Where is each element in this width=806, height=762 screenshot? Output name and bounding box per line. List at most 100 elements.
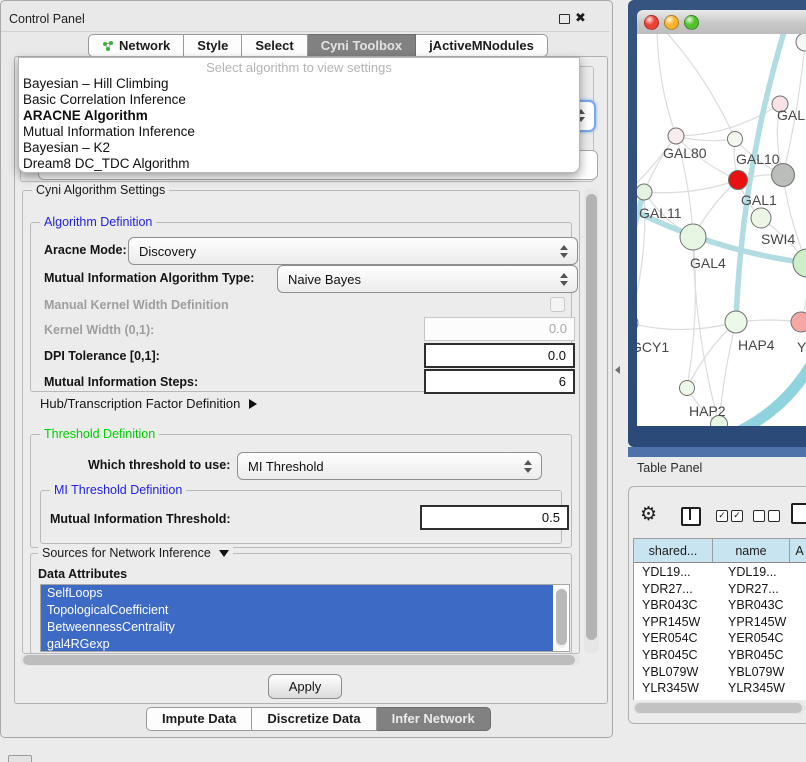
apply-button[interactable]: Apply xyxy=(268,674,342,699)
dropdown-item-mutual-information-inference[interactable]: Mutual Information Inference xyxy=(19,124,579,140)
attribute-item-betweennesscentrality[interactable]: BetweennessCentrality xyxy=(41,619,553,636)
network-node-gal80[interactable] xyxy=(668,128,684,144)
network-edge xyxy=(729,358,806,426)
node-label-hap2: HAP2 xyxy=(689,403,726,419)
network-node-y[interactable] xyxy=(791,312,806,332)
table-row[interactable]: YDL19...YDL19...13 xyxy=(634,564,806,581)
mi-type-combobox[interactable]: Naive Bayes xyxy=(277,265,578,293)
table-cell: YIL052C xyxy=(634,697,720,700)
network-node-hap4[interactable] xyxy=(725,311,747,333)
splitter-collapse-icon[interactable] xyxy=(615,366,620,374)
sources-group-header[interactable]: Sources for Network Inference xyxy=(38,546,233,560)
column-header-name[interactable]: name xyxy=(713,538,790,563)
aracne-mode-label: Aracne Mode: xyxy=(44,243,127,257)
network-edge xyxy=(676,136,735,141)
close-traffic-light-icon[interactable] xyxy=(644,15,659,30)
dropdown-item-bayesian-hill-climbing[interactable]: Bayesian – Hill Climbing xyxy=(19,76,579,92)
mi-steps-label: Mutual Information Steps: xyxy=(44,375,198,389)
network-node-gal1[interactable] xyxy=(729,171,748,190)
attribute-item-topologicalcoefficient[interactable]: TopologicalCoefficient xyxy=(41,602,553,619)
table-cell: YBR043C xyxy=(720,597,804,614)
table-cell: YPR145W xyxy=(720,614,804,631)
tab-network[interactable]: Network xyxy=(88,34,184,57)
node-label-gal1: GAL1 xyxy=(741,192,777,208)
which-threshold-combobox[interactable]: MI Threshold xyxy=(237,452,542,480)
node-label-hap4: HAP4 xyxy=(738,337,775,353)
columns-icon[interactable] xyxy=(681,507,701,526)
which-threshold-label: Which threshold to use: xyxy=(88,458,230,472)
network-node-gal11[interactable] xyxy=(637,184,652,200)
table-cell: YDL19... xyxy=(634,564,720,581)
dropdown-item-bayesian-k2[interactable]: Bayesian – K2 xyxy=(19,140,579,156)
hub-definition-expander[interactable]: Hub/Transcription Factor Definition xyxy=(40,396,257,411)
table-row[interactable]: YER054CYER054C8. xyxy=(634,630,806,647)
threshold-definition-title: Threshold Definition xyxy=(40,427,159,441)
control-panel-titlebar[interactable] xyxy=(1,9,610,32)
tab-style[interactable]: Style xyxy=(184,34,242,57)
tab-label: Style xyxy=(197,35,228,56)
table-row[interactable]: YLR345WYLR345W9. xyxy=(634,680,806,697)
collapse-down-icon xyxy=(219,550,229,557)
zoom-traffic-light-icon[interactable] xyxy=(684,15,699,30)
list-scrollbar[interactable] xyxy=(556,588,567,648)
kernel-width-field[interactable]: 0.0 xyxy=(424,317,575,341)
bottom-tab-infer-network[interactable]: Infer Network xyxy=(377,707,491,731)
mi-steps-field[interactable]: 6 xyxy=(424,369,575,394)
table-row[interactable]: YBR045CYBR045C9. xyxy=(634,647,806,664)
network-node-gal10[interactable] xyxy=(728,132,743,147)
close-icon[interactable]: ✖ xyxy=(575,10,586,26)
attribute-item-selfloops[interactable]: SelfLoops xyxy=(41,585,553,602)
network-node-swi4[interactable] xyxy=(751,208,771,228)
algorithm-definition-title: Algorithm Definition xyxy=(40,215,156,229)
network-node-gcy1[interactable] xyxy=(637,314,638,332)
table-row[interactable]: YPR145WYPR145W9. xyxy=(634,614,806,631)
which-threshold-value: MI Threshold xyxy=(248,459,324,474)
table-cell: YIL052C xyxy=(720,697,804,700)
column-header-shared[interactable]: shared... xyxy=(634,538,713,563)
manual-kernel-checkbox[interactable] xyxy=(550,297,565,312)
bottom-corner-icon[interactable] xyxy=(8,755,32,762)
aracne-mode-combobox[interactable]: Discovery xyxy=(128,237,578,265)
data-attributes-label: Data Attributes xyxy=(38,567,127,581)
gear-icon[interactable]: ⚙ xyxy=(640,503,657,526)
network-window-titlebar[interactable] xyxy=(637,10,806,35)
table-row[interactable]: YDR27...YDR27...12 xyxy=(634,581,806,598)
table-cell: YPR145W xyxy=(634,614,720,631)
bottom-tab-discretize-data[interactable]: Discretize Data xyxy=(252,707,376,731)
mi-threshold-field[interactable]: 0.5 xyxy=(420,505,569,530)
attribute-item-gal4rgexp[interactable]: gal4RGexp xyxy=(41,636,553,652)
table-row[interactable]: YBR043CYBR043C xyxy=(634,597,806,614)
network-node[interactable] xyxy=(793,249,806,277)
dropdown-item-basic-correlation-inference[interactable]: Basic Correlation Inference xyxy=(19,92,579,108)
float-window-icon[interactable] xyxy=(559,14,570,24)
select-all-icon[interactable]: ✓✓ xyxy=(716,510,743,522)
settings-horizontal-scrollbar-thumb[interactable] xyxy=(23,655,575,665)
settings-vertical-scrollbar-thumb[interactable] xyxy=(586,194,597,640)
page-icon[interactable] xyxy=(791,503,806,524)
dpi-tolerance-field[interactable]: 0.0 xyxy=(424,343,575,368)
minimize-traffic-light-icon[interactable] xyxy=(664,15,679,30)
combo-arrows-icon xyxy=(560,273,568,286)
table-cell: YDR27... xyxy=(634,581,720,598)
table-cell: YBL079W xyxy=(720,664,804,681)
column-header-a[interactable]: A xyxy=(790,538,806,563)
node-label-y: Y xyxy=(797,339,806,355)
table-cell: YER054C xyxy=(720,630,804,647)
table-row[interactable]: YBL079WYBL079W xyxy=(634,664,806,681)
bottom-tab-impute-data[interactable]: Impute Data xyxy=(146,707,252,731)
deselect-all-icon[interactable] xyxy=(753,510,780,522)
table-row[interactable]: YIL052CYIL052C9. xyxy=(634,697,806,700)
tab-jactivemnodules[interactable]: jActiveMNodules xyxy=(416,34,548,57)
network-node[interactable] xyxy=(796,34,806,51)
network-canvas[interactable]: GALGAL80GAL10GAL1GAL11SWI4GAL4GCY1HAP4YH… xyxy=(637,34,806,426)
tab-cyni-toolbox[interactable]: Cyni Toolbox xyxy=(308,34,416,57)
desktop-background xyxy=(628,447,806,457)
tab-select[interactable]: Select xyxy=(242,34,307,57)
expand-right-icon xyxy=(249,399,257,409)
network-node-hap2[interactable] xyxy=(680,381,695,396)
dropdown-item-dream8-dc-tdc-algorithm[interactable]: Dream8 DC_TDC Algorithm xyxy=(19,156,579,172)
dropdown-item-aracne-algorithm[interactable]: ARACNE Algorithm xyxy=(19,108,579,124)
table-horizontal-scrollbar-thumb[interactable] xyxy=(635,703,802,713)
network-node-gal4[interactable] xyxy=(680,224,706,250)
table-cell: YER054C xyxy=(634,630,720,647)
